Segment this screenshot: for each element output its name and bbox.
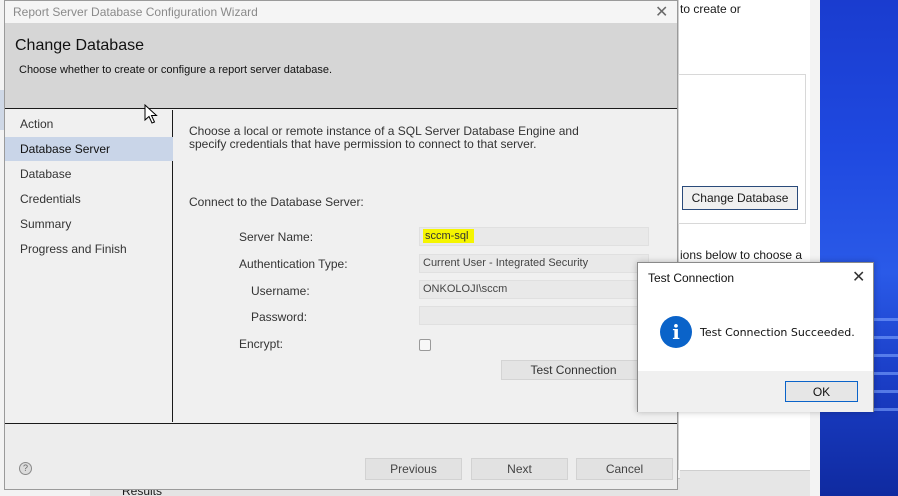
wizard-footer: ? Previous Next Cancel xyxy=(5,423,677,489)
nav-item-database-server[interactable]: Database Server xyxy=(5,137,173,161)
encrypt-label: Encrypt: xyxy=(239,337,284,351)
wizard-header: Change Database Choose whether to create… xyxy=(5,23,677,109)
page-description: Choose whether to create or configure a … xyxy=(19,64,333,76)
next-button[interactable]: Next xyxy=(471,458,568,480)
test-connection-dialog: Test Connection ✕ i Test Connection Succ… xyxy=(637,262,874,412)
server-name-input[interactable]: sccm-sql xyxy=(419,227,649,246)
intro-text: Choose a local or remote instance of a S… xyxy=(189,124,579,151)
wizard-nav: Action Database Server Database Credenti… xyxy=(5,110,173,422)
server-name-value: sccm-sql xyxy=(423,229,475,243)
auth-type-select[interactable]: Current User - Integrated Security xyxy=(419,254,649,273)
dialog-title: Test Connection xyxy=(648,271,735,285)
page-title: Change Database xyxy=(15,37,144,54)
nav-item-summary[interactable]: Summary xyxy=(5,212,173,236)
wizard-title: Report Server Database Configuration Wiz… xyxy=(13,5,258,19)
section-label: Connect to the Database Server: xyxy=(189,195,364,209)
username-input[interactable]: ONKOLOJI\sccm xyxy=(419,280,649,299)
wallpaper-stripe xyxy=(870,318,898,321)
nav-item-credentials[interactable]: Credentials xyxy=(5,187,173,211)
dialog-message: Test Connection Succeeded. xyxy=(700,326,855,339)
server-name-label: Server Name: xyxy=(239,230,314,244)
change-database-button[interactable]: Change Database xyxy=(682,186,798,210)
wizard-titlebar[interactable]: Report Server Database Configuration Wiz… xyxy=(5,1,677,23)
cancel-button[interactable]: Cancel xyxy=(576,458,673,480)
background-text-top: to create or xyxy=(680,2,741,16)
dialog-footer: OK xyxy=(638,371,873,412)
encrypt-checkbox[interactable] xyxy=(419,339,431,351)
previous-button[interactable]: Previous xyxy=(365,458,462,480)
dialog-close-icon[interactable]: ✕ xyxy=(852,267,865,287)
desktop-wallpaper xyxy=(820,0,898,496)
help-icon[interactable]: ? xyxy=(19,462,32,475)
mouse-cursor-icon xyxy=(144,104,158,124)
auth-type-label: Authentication Type: xyxy=(239,257,348,271)
background-bottom-bar xyxy=(680,470,810,496)
nav-item-database[interactable]: Database xyxy=(5,162,173,186)
wallpaper-stripe xyxy=(870,390,898,393)
wallpaper-stripe xyxy=(870,354,898,357)
password-label: Password: xyxy=(251,310,308,324)
password-input[interactable] xyxy=(419,306,649,325)
info-icon: i xyxy=(660,316,692,348)
wizard-window: Report Server Database Configuration Wiz… xyxy=(4,0,678,490)
username-label: Username: xyxy=(251,284,310,298)
wallpaper-stripe xyxy=(870,336,898,339)
wallpaper-stripe xyxy=(870,408,898,411)
test-connection-button[interactable]: Test Connection xyxy=(501,360,646,380)
nav-item-progress-and-finish[interactable]: Progress and Finish xyxy=(5,237,173,261)
wallpaper-stripe xyxy=(870,372,898,375)
ok-button[interactable]: OK xyxy=(785,381,858,402)
wizard-content: Choose a local or remote instance of a S… xyxy=(174,110,677,422)
background-text-mid: ions below to choose a xyxy=(680,248,803,262)
close-icon[interactable]: ✕ xyxy=(655,2,668,22)
